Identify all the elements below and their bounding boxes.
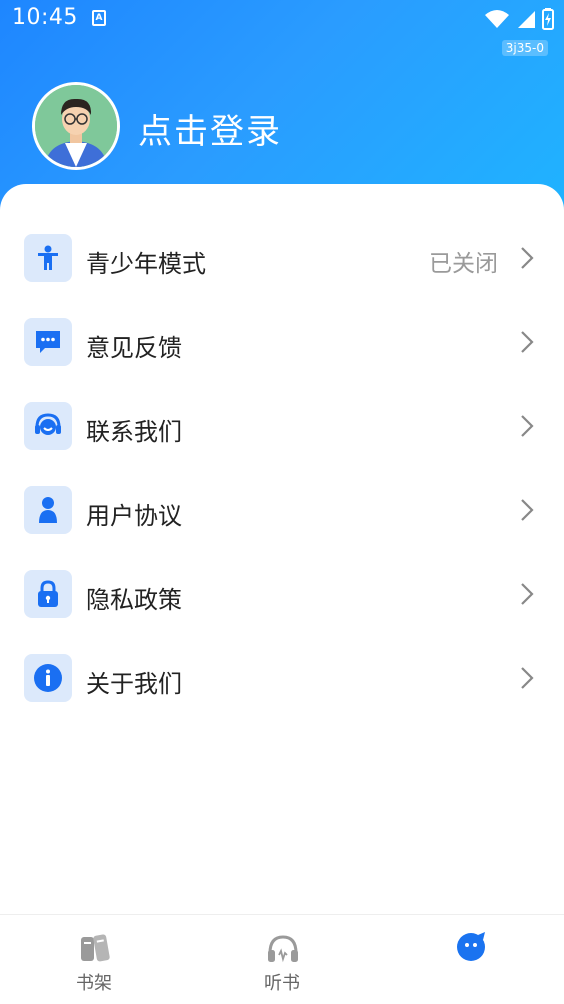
- status-bar: 10:45 A: [0, 0, 564, 38]
- login-prompt[interactable]: 点击登录: [138, 104, 282, 153]
- version-badge: 3j35-0: [501, 40, 548, 56]
- menu-item-about-us[interactable]: 关于我们: [0, 640, 564, 724]
- chat-bubble-icon: [24, 318, 72, 366]
- person-icon: [24, 486, 72, 534]
- signal-icon: [518, 11, 535, 28]
- menu-item-label: 关于我们: [86, 670, 182, 698]
- tab-label: 书架: [76, 973, 112, 994]
- tab-label: 听书: [264, 973, 300, 994]
- mascot-icon: [457, 932, 485, 961]
- chevron-right-icon: [521, 583, 534, 605]
- chevron-right-icon: [521, 331, 534, 353]
- menu-item-user-agreement[interactable]: 用户协议: [0, 472, 564, 556]
- lock-icon: [24, 570, 72, 618]
- menu-item-privacy-policy[interactable]: 隐私政策: [0, 556, 564, 640]
- tab-bookshelf[interactable]: 书架: [0, 915, 188, 1004]
- battery-icon: [542, 8, 554, 30]
- headphones-icon: [268, 935, 298, 963]
- menu-item-label: 用户协议: [86, 502, 182, 530]
- menu-item-label: 意见反馈: [86, 334, 182, 362]
- child-icon: [24, 234, 72, 282]
- info-icon: [24, 654, 72, 702]
- status-time: 10:45: [12, 5, 78, 30]
- chevron-right-icon: [521, 667, 534, 689]
- avatar-person-icon: [35, 85, 117, 167]
- teen-mode-status: 已关闭: [429, 251, 498, 277]
- bookshelf-icon: [81, 934, 110, 962]
- avatar[interactable]: [32, 82, 120, 170]
- tab-listen[interactable]: 听书: [188, 915, 376, 1004]
- menu-item-teen-mode[interactable]: 青少年模式 已关闭: [0, 220, 564, 304]
- menu-item-contact-us[interactable]: 联系我们: [0, 388, 564, 472]
- system-icons: [484, 8, 554, 30]
- chevron-right-icon: [521, 499, 534, 521]
- menu-item-feedback[interactable]: 意见反馈: [0, 304, 564, 388]
- bottom-tab-bar: 书架 听书: [0, 914, 564, 1004]
- menu-item-label: 联系我们: [86, 418, 182, 446]
- chevron-right-icon: [521, 247, 534, 269]
- settings-panel: 青少年模式 已关闭 意见反馈 联系我们 用户协议 隐私政策 关于我们: [0, 184, 564, 916]
- notification-icon: A: [92, 10, 106, 26]
- wifi-icon: [485, 10, 509, 28]
- menu-item-label: 隐私政策: [86, 586, 182, 614]
- menu-item-label: 青少年模式: [86, 250, 206, 278]
- headset-icon: [24, 402, 72, 450]
- chevron-right-icon: [521, 415, 534, 437]
- tab-profile[interactable]: [376, 915, 564, 1004]
